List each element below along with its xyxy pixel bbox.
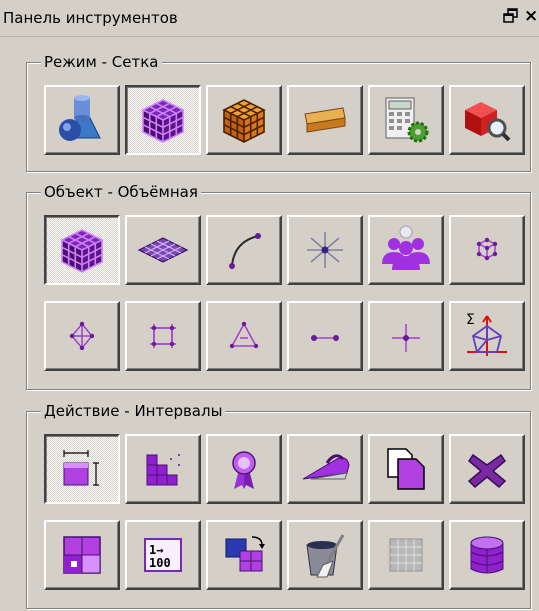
iron-icon [302,454,350,480]
edge-line-icon [311,335,339,341]
object-group: Объект - Объёмная Σ [26,182,531,390]
curve-object-button[interactable] [206,215,282,285]
object-group-title: Объект - Объёмная [41,182,201,202]
swap-blocks-icon [225,536,265,572]
intervals-box-icon [63,450,99,486]
panel-titlebar: Панель инструментов × [0,0,539,37]
vertex-star-icon [307,232,343,268]
clean-action-button[interactable] [287,520,363,590]
database-action-button[interactable] [449,520,525,590]
grid-action-button[interactable] [368,520,444,590]
diamond-nodes-icon [69,321,95,351]
small-cube-nodes-icon [476,237,498,261]
cross-node-icon [392,324,420,352]
merge-blocks-icon [63,536,101,574]
curve-icon [229,233,261,269]
purple-x-icon [467,453,507,489]
purple-mesh-cube-icon [141,99,185,143]
triangle-face-button[interactable] [206,301,282,371]
delete-action-button[interactable] [449,434,525,504]
numbering-action-button[interactable]: 1→ 100 [125,520,201,590]
float-window-icon[interactable] [503,8,519,24]
mesh-mode-button[interactable] [125,85,201,155]
panel-title: Панель инструментов [3,9,178,27]
copy-action-button[interactable] [368,434,444,504]
numbering-top-text: 1→ [149,543,163,557]
mode-group: Режим - Сетка [26,52,531,172]
numbering-icon: 1→ 100 [144,538,182,572]
close-icon[interactable]: × [524,6,538,26]
smooth-action-button[interactable] [287,434,363,504]
merge-action-button[interactable] [44,520,120,590]
grey-grid-icon [389,538,423,572]
numbering-bottom-text: 100 [149,556,171,570]
group-object-button[interactable] [368,215,444,285]
square-nodes-icon [150,324,176,348]
mesh-generation-button[interactable] [206,85,282,155]
edge-button[interactable] [287,301,363,371]
action-group: Действие - Интервалы 1→ 100 [26,401,531,609]
geometry-shapes-icon [59,95,101,141]
view-results-button[interactable] [449,85,525,155]
volume-object-button[interactable] [44,215,120,285]
orange-mesh-cube-icon [222,99,266,143]
triangle-nodes-icon [229,321,259,349]
action-group-title: Действие - Интервалы [41,401,226,421]
bucket-brush-icon [306,534,345,578]
calculation-settings-button[interactable] [368,85,444,155]
surface-object-button[interactable] [125,215,201,285]
mode-group-title: Режим - Сетка [41,52,162,72]
split-action-button[interactable] [125,434,201,504]
section-mode-button[interactable] [287,85,363,155]
quad-face-button[interactable] [125,301,201,371]
geometry-mode-button[interactable] [44,85,120,155]
group-people-icon [382,225,430,270]
sigma-element-icon: Σ [466,312,507,356]
intervals-action-button[interactable] [44,434,120,504]
award-action-button[interactable] [206,434,282,504]
volume-node-button[interactable] [449,215,525,285]
section-planes-icon [304,107,346,133]
vertex-object-button[interactable] [287,215,363,285]
split-grid-icon [146,454,180,486]
ribbon-medal-icon [232,451,256,489]
sigma-label: Σ [466,312,475,328]
swap-action-button[interactable] [206,520,282,590]
sum-element-button[interactable]: Σ [449,301,525,371]
node-button[interactable] [368,301,444,371]
copy-pages-icon [387,448,425,490]
database-icon [470,536,504,574]
red-cube-magnifier-icon [465,102,511,142]
mesh-surface-icon [137,237,189,263]
purple-mesh-cube-icon [60,229,104,273]
calculator-gear-icon [385,97,429,143]
face-node-button[interactable] [44,301,120,371]
